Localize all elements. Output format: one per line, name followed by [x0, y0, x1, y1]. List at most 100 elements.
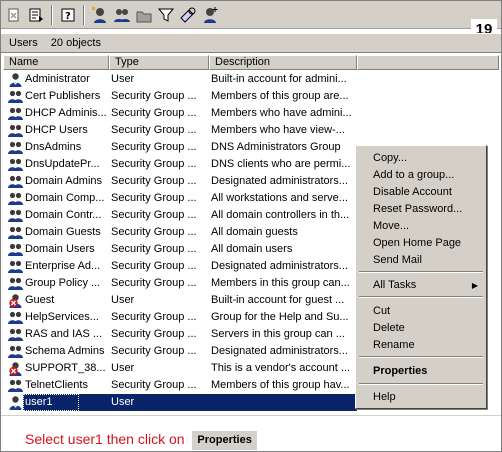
- list-item-description: DNS clients who are permi...: [211, 158, 351, 170]
- list-item-name: Guest: [25, 294, 55, 306]
- list-item-type: Security Group ...: [111, 328, 197, 340]
- group-icon: [8, 344, 23, 359]
- menu-item-rename[interactable]: Rename: [358, 337, 484, 354]
- group-icon: [8, 89, 23, 104]
- menu-item-delete[interactable]: Delete: [358, 320, 484, 337]
- list-item-name: DHCP Adminis...: [25, 107, 107, 119]
- menu-item-send-mail[interactable]: Send Mail: [358, 252, 484, 269]
- find-icon[interactable]: [179, 6, 197, 24]
- list-item-name: TelnetClients: [25, 379, 88, 391]
- list-item-description: Members of this group hav...: [211, 379, 350, 391]
- instruction-label: Select user1 then click on: [25, 431, 185, 447]
- list-item-description: Members who have admini...: [211, 107, 352, 119]
- list-item-name: user1: [25, 396, 53, 408]
- disabled-user-icon: [8, 293, 23, 308]
- toolbar: ?: [1, 1, 501, 29]
- column-header-type[interactable]: Type: [109, 55, 209, 70]
- menu-item-open-home-page[interactable]: Open Home Page: [358, 235, 484, 252]
- menu-separator: [359, 296, 483, 298]
- list-item[interactable]: DHCP Users Security Group ... Members who …: [3, 122, 499, 139]
- delete-icon[interactable]: [5, 6, 23, 24]
- filter-icon[interactable]: [157, 6, 175, 24]
- new-user-icon[interactable]: [91, 6, 109, 24]
- toolbar-separator: [51, 5, 53, 25]
- group-icon: [8, 106, 23, 121]
- group-icon: [8, 140, 23, 155]
- list-item-description: Servers in this group can ...: [211, 328, 345, 340]
- list-item-name: DnsAdmins: [25, 141, 82, 153]
- list-item-name: Domain Guests: [25, 226, 101, 238]
- object-count: 20 objects: [50, 37, 101, 49]
- menu-item-disable-account[interactable]: Disable Account: [358, 184, 484, 201]
- menu-separator: [359, 383, 483, 385]
- list-item-description: All domain guests: [211, 226, 298, 238]
- list-item-description: DNS Administrators Group: [211, 141, 341, 153]
- disabled-user-icon: [8, 361, 23, 376]
- menu-item-copy[interactable]: Copy...: [358, 150, 484, 167]
- menu-item-all-tasks[interactable]: All Tasks ▶: [358, 277, 484, 294]
- instruction-properties-button: Properties: [192, 431, 257, 450]
- menu-item-help[interactable]: Help: [358, 389, 484, 406]
- menu-separator: [359, 271, 483, 273]
- list-item-type: User: [111, 396, 135, 408]
- list-item-name: Domain Comp...: [25, 192, 105, 204]
- user-icon: [8, 395, 23, 410]
- group-icon: [8, 242, 23, 257]
- list-item-type: Security Group ...: [111, 124, 197, 136]
- menu-item-cut[interactable]: Cut: [358, 303, 484, 320]
- group-icon: [8, 123, 23, 138]
- context-menu: Copy... Add to a group... Disable Accoun…: [355, 145, 487, 409]
- list-item-type: User: [111, 362, 135, 374]
- list-item-name: Administrator: [25, 73, 90, 85]
- help-icon[interactable]: ?: [59, 6, 77, 24]
- menu-item-properties[interactable]: Properties: [358, 363, 484, 380]
- list-item-type: Security Group ...: [111, 311, 197, 323]
- properties-icon[interactable]: [27, 6, 45, 24]
- list-item-type: Security Group ...: [111, 277, 197, 289]
- add-to-group-icon[interactable]: [201, 6, 219, 24]
- list-item[interactable]: Cert Publishers Security Group ... Members…: [3, 88, 499, 105]
- list-item-name: Cert Publishers: [25, 90, 101, 102]
- list-item-description: Designated administrators...: [211, 175, 348, 187]
- group-icon: [8, 191, 23, 206]
- list-item-name: Domain Admins: [25, 175, 103, 187]
- list-item-description: Designated administrators...: [211, 345, 348, 357]
- group-icon: [8, 378, 23, 393]
- container-name: Users: [9, 37, 38, 49]
- group-icon: [8, 327, 23, 342]
- group-icon: [8, 259, 23, 274]
- list-item-description: Built-in account for guest ...: [211, 294, 345, 306]
- menu-item-move[interactable]: Move...: [358, 218, 484, 235]
- list-item-type: Security Group ...: [111, 243, 197, 255]
- divider: [1, 415, 501, 416]
- new-group-icon[interactable]: [113, 6, 131, 24]
- list-item-type: Security Group ...: [111, 226, 197, 238]
- instruction-text: Select user1 then click on Properties: [25, 430, 257, 450]
- list-item-description: This is a vendor's account ...: [211, 362, 351, 374]
- list-item-type: Security Group ...: [111, 90, 197, 102]
- user-icon: [8, 72, 23, 87]
- new-ou-icon[interactable]: [135, 6, 153, 24]
- list-item-type: User: [111, 73, 135, 85]
- info-bar: Users 20 objects: [1, 33, 501, 53]
- list-item-type: Security Group ...: [111, 107, 197, 119]
- column-header-name[interactable]: Name: [3, 55, 109, 70]
- menu-item-add-to-group[interactable]: Add to a group...: [358, 167, 484, 184]
- list-item-name: Domain Users: [25, 243, 95, 255]
- column-header-description[interactable]: Description: [209, 55, 357, 70]
- group-icon: [8, 225, 23, 240]
- menu-item-reset-password[interactable]: Reset Password...: [358, 201, 484, 218]
- list-item-description: All domain controllers in th...: [211, 209, 350, 221]
- list-item-name: Domain Contr...: [25, 209, 102, 221]
- list-item-type: Security Group ...: [111, 141, 197, 153]
- list-item[interactable]: Administrator User Built-in account for ad…: [3, 71, 499, 88]
- group-icon: [8, 276, 23, 291]
- list-item[interactable]: DHCP Adminis... Security Group ... Members…: [3, 105, 499, 122]
- toolbar-separator: [83, 5, 85, 25]
- menu-item-all-tasks-label: All Tasks: [373, 279, 417, 291]
- list-item-description: Group for the Help and Su...: [211, 311, 349, 323]
- list-item-name: SUPPORT_38...: [25, 362, 106, 374]
- aduc-window: ? 19 Users 20 objects Name Type Descript…: [0, 0, 502, 452]
- group-icon: [8, 208, 23, 223]
- list-item-description: All domain users: [211, 243, 293, 255]
